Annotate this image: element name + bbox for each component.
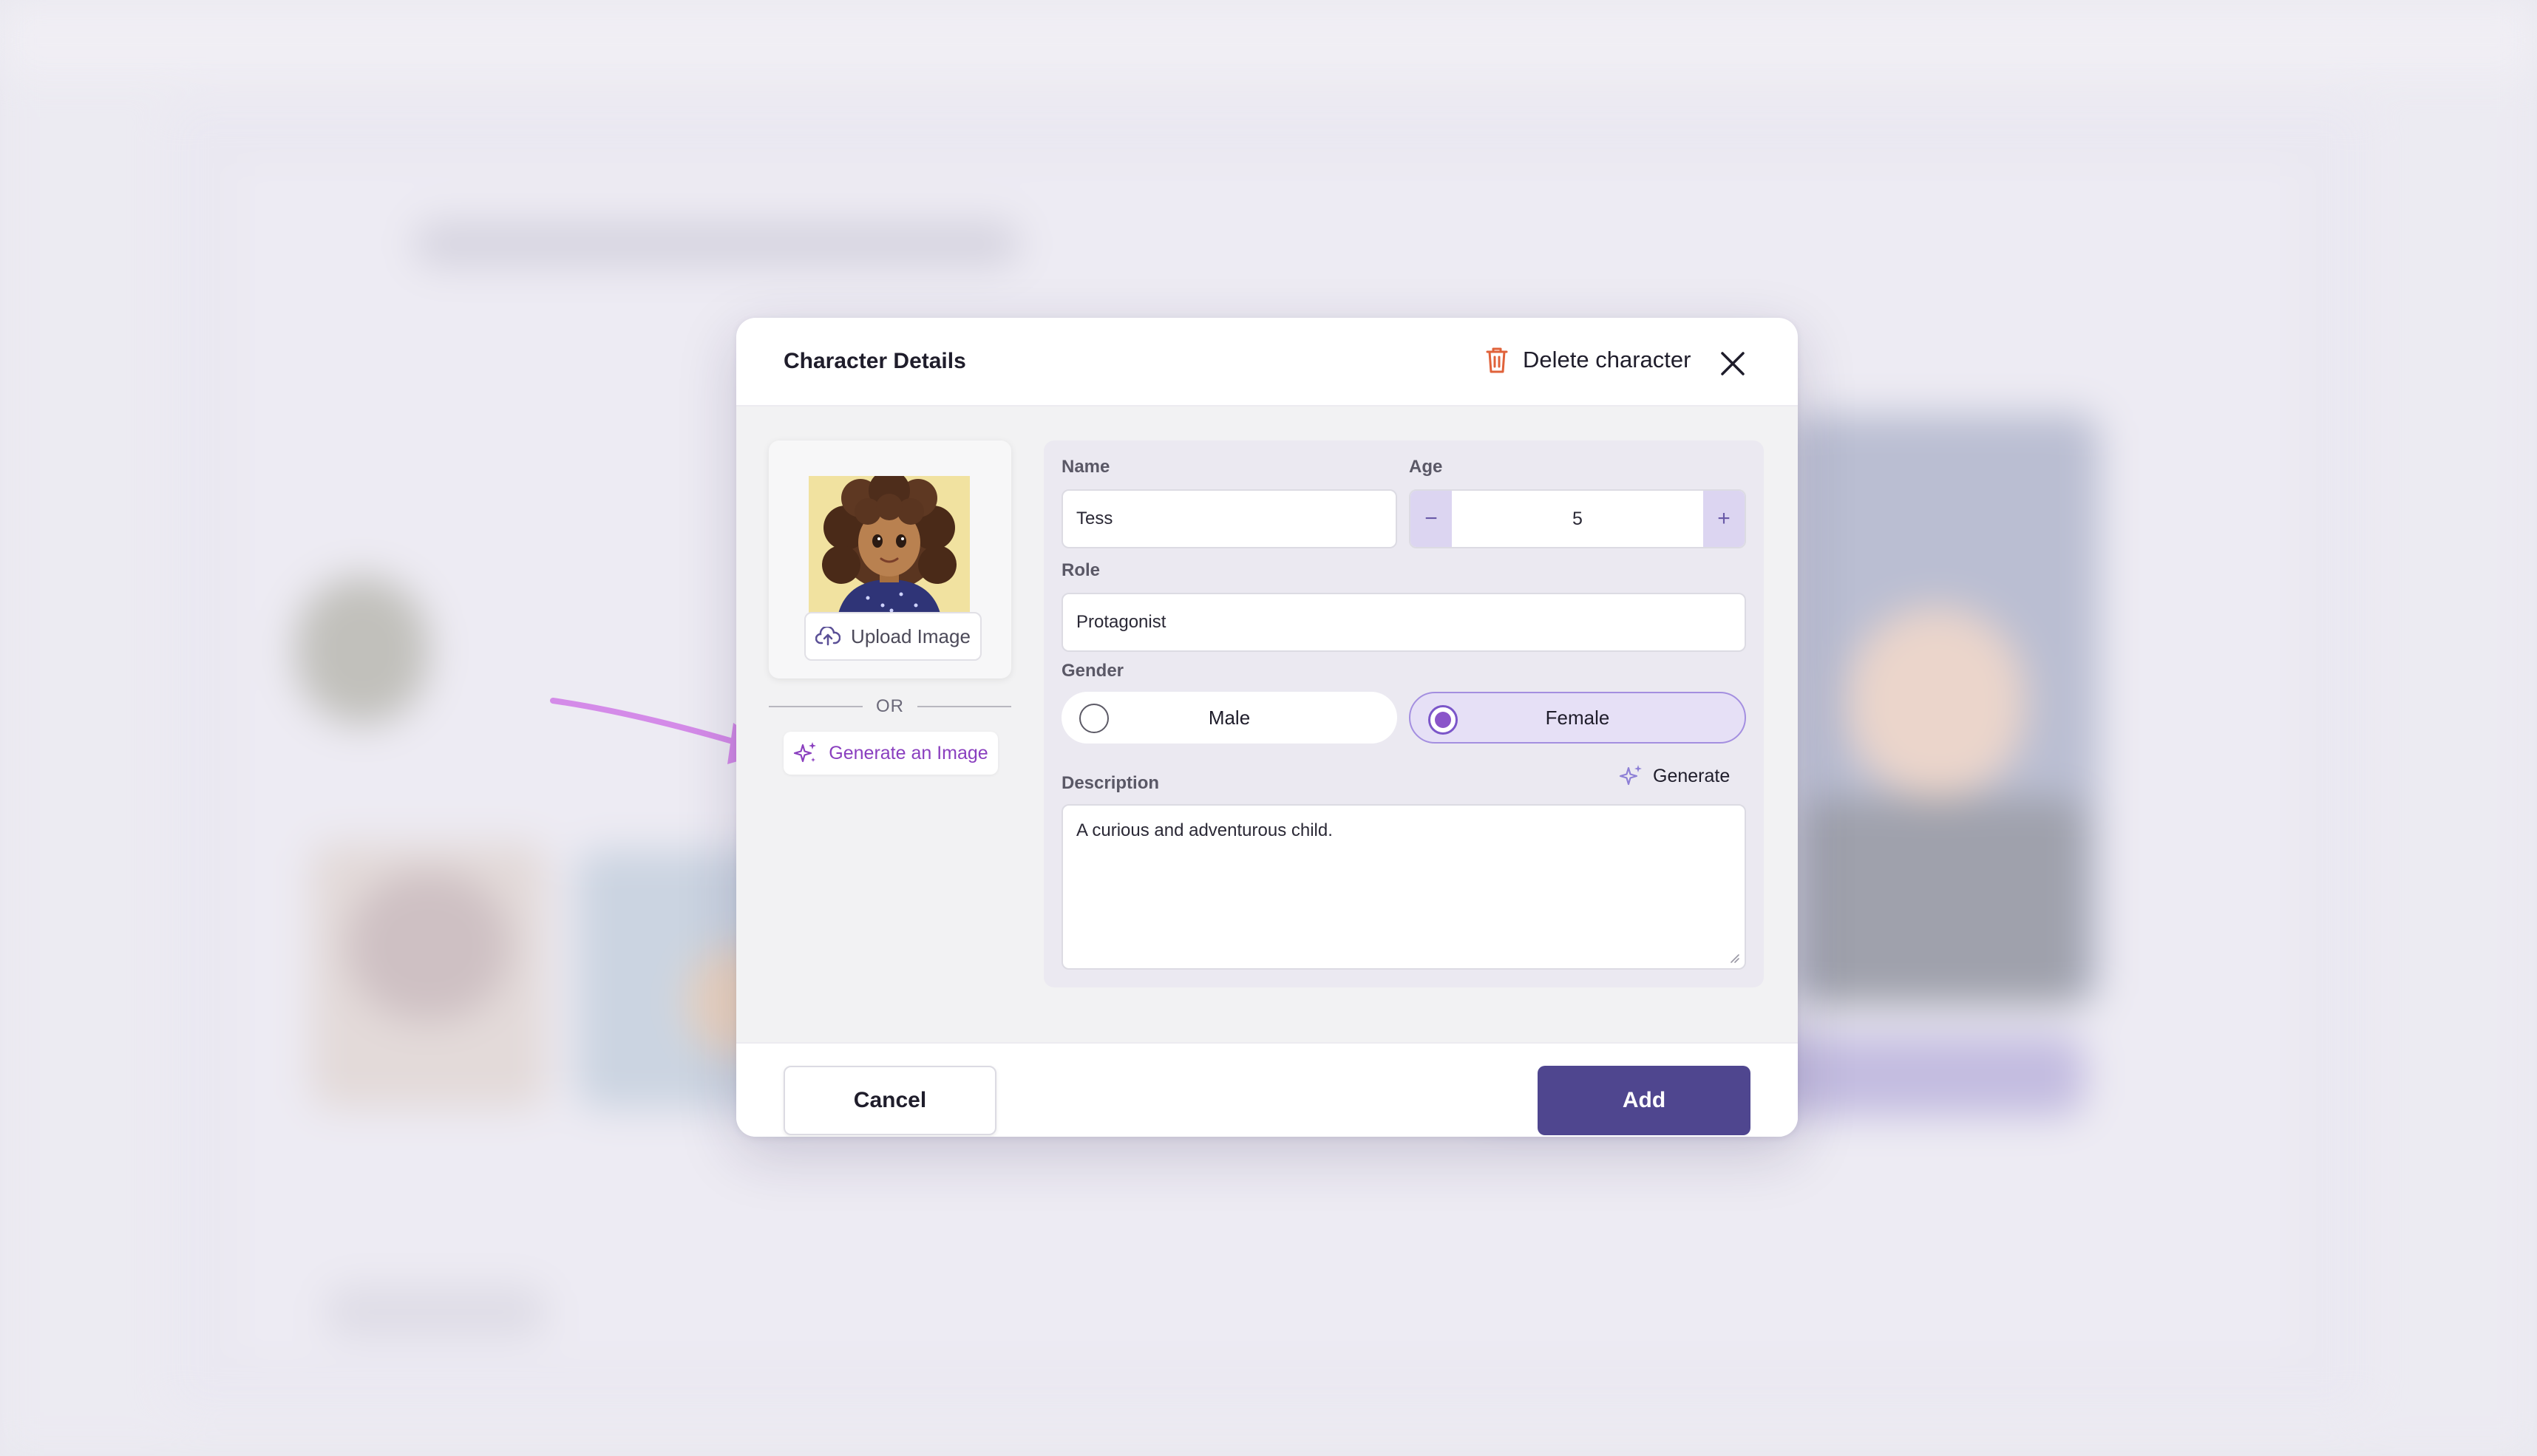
upload-image-label: Upload Image <box>851 625 971 647</box>
generate-image-button[interactable]: Generate an Image <box>784 732 998 775</box>
role-input[interactable]: Protagonist <box>1062 593 1746 652</box>
radio-female[interactable] <box>1428 705 1458 735</box>
or-divider: OR <box>769 692 1011 721</box>
character-image-card: Upload Image <box>769 440 1011 678</box>
cloud-upload-icon <box>815 627 841 646</box>
role-label: Role <box>1062 560 1101 580</box>
character-form: Name Tess Age − 5 + Role Protagonist Gen… <box>1044 440 1764 987</box>
age-value[interactable]: 5 <box>1452 491 1703 547</box>
modal-footer: Cancel Add <box>736 1042 1798 1137</box>
generate-image-label: Generate an Image <box>829 742 988 763</box>
cancel-button[interactable]: Cancel <box>784 1066 996 1135</box>
delete-character-button[interactable]: Delete character <box>1484 346 1691 374</box>
character-details-modal: Character Details Delete character Uploa… <box>736 318 1798 1137</box>
modal-header: Character Details Delete character <box>736 318 1798 406</box>
modal-body: Upload Image OR Generate an Image Name T… <box>736 406 1798 1042</box>
radio-male[interactable] <box>1079 704 1109 733</box>
name-label: Name <box>1062 457 1110 477</box>
description-text: A curious and adventurous child. <box>1076 820 1333 840</box>
resize-handle-icon[interactable] <box>1728 952 1740 964</box>
age-label: Age <box>1409 457 1443 477</box>
description-textarea[interactable]: A curious and adventurous child. <box>1062 804 1746 970</box>
or-label: OR <box>876 696 904 716</box>
gender-option-female[interactable]: Female <box>1409 692 1746 744</box>
modal-title: Character Details <box>784 349 966 373</box>
sparkles-icon <box>1619 765 1642 786</box>
generate-description-button[interactable]: Generate <box>1619 760 1730 792</box>
age-stepper: − 5 + <box>1409 489 1746 548</box>
age-decrement-button[interactable]: − <box>1410 491 1452 547</box>
gender-female-label: Female <box>1545 706 1610 729</box>
description-label: Description <box>1062 773 1160 793</box>
close-icon[interactable] <box>1719 350 1746 377</box>
generate-description-label: Generate <box>1653 765 1731 786</box>
name-input[interactable]: Tess <box>1062 489 1397 548</box>
trash-icon <box>1486 347 1508 373</box>
character-portrait <box>809 476 970 613</box>
gender-option-male[interactable]: Male <box>1062 692 1397 744</box>
age-increment-button[interactable]: + <box>1703 491 1745 547</box>
gender-label: Gender <box>1062 661 1124 681</box>
gender-male-label: Male <box>1208 706 1251 729</box>
upload-image-button[interactable]: Upload Image <box>804 612 982 661</box>
sparkles-icon <box>794 742 817 763</box>
delete-character-label: Delete character <box>1523 347 1691 372</box>
add-button[interactable]: Add <box>1538 1066 1750 1135</box>
